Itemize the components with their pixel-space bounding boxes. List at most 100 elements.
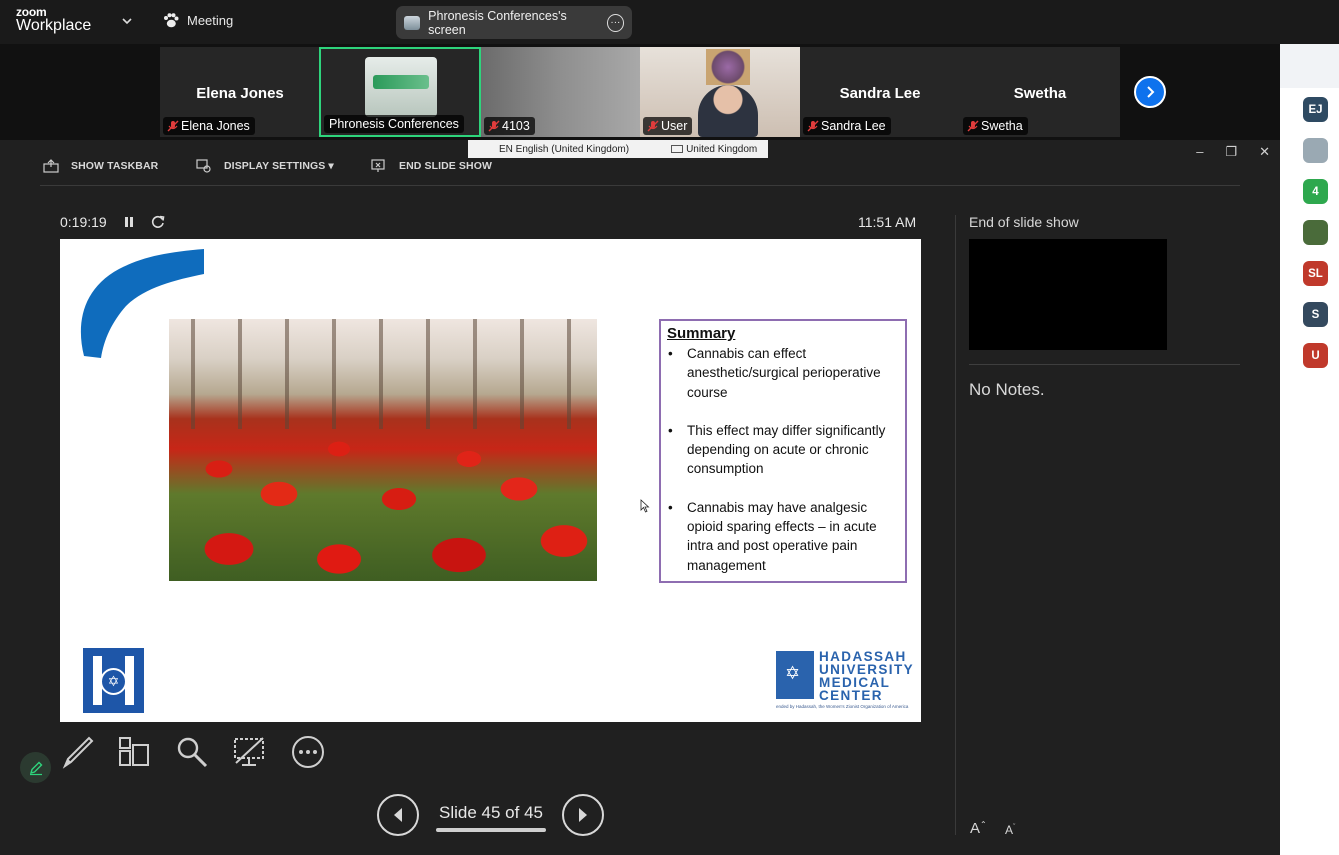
participant-tile[interactable]: Elena Jones Elena Jones xyxy=(160,47,320,137)
summary-title: Summary xyxy=(667,325,736,342)
share-label: Phronesis Conferences's screen xyxy=(428,8,567,37)
participant-avatar[interactable]: SL xyxy=(1303,261,1328,286)
display-settings-icon xyxy=(196,159,211,173)
participant-name: Elena Jones xyxy=(181,119,250,133)
show-taskbar-button[interactable]: SHOW TASKBAR xyxy=(43,159,158,173)
presenter-view: SHOW TASKBAR DISPLAY SETTINGS ▾ END SLID… xyxy=(0,140,1280,855)
logo-line: CENTER xyxy=(819,688,883,703)
current-slide: Summary Cannabis can effect anesthetic/s… xyxy=(60,239,921,722)
muted-mic-icon xyxy=(167,120,179,132)
participant-avatar[interactable]: 4 xyxy=(1303,179,1328,204)
slides-grid-icon xyxy=(119,737,149,766)
hadassah-emblem-logo: ✡ xyxy=(83,648,144,713)
participant-rail: EJ 4 SL S U xyxy=(1280,44,1339,855)
meeting-label: Meeting xyxy=(187,13,234,28)
participant-label: Elena Jones xyxy=(163,117,255,135)
pause-icon[interactable] xyxy=(123,215,135,229)
participant-tile[interactable]: User xyxy=(640,47,800,137)
chevron-right-icon xyxy=(1147,86,1155,98)
font-up-glyph: A xyxy=(970,820,981,837)
current-time: 11:51 AM xyxy=(858,214,917,230)
participant-label: Phronesis Conferences xyxy=(324,115,464,133)
language-bar: EN English (United Kingdom) United Kingd… xyxy=(468,140,768,158)
summary-bullet: Cannabis can effect anesthetic/surgical … xyxy=(667,344,899,402)
summary-list: Cannabis can effect anesthetic/surgical … xyxy=(667,344,899,575)
increase-font-button[interactable]: A⌃ xyxy=(970,820,987,837)
participant-big-name: Elena Jones xyxy=(196,85,284,102)
muted-mic-icon xyxy=(967,120,979,132)
brand-bottom-text: Workplace xyxy=(16,17,92,34)
speaker-notes[interactable]: No Notes. xyxy=(969,380,1045,400)
avatar-initials: 4 xyxy=(1312,185,1319,198)
rail-header xyxy=(1280,44,1339,88)
taskbar-icon xyxy=(43,159,59,173)
participant-name: Phronesis Conferences xyxy=(329,117,459,131)
more-options-button[interactable] xyxy=(290,734,326,770)
participant-name: Swetha xyxy=(981,119,1023,133)
display-settings-button[interactable]: DISPLAY SETTINGS ▾ xyxy=(196,159,334,173)
participant-tile-active-speaker[interactable]: Phronesis Conferences xyxy=(319,47,481,137)
end-show-icon xyxy=(371,159,385,172)
logo-tagline: ended by Hadassah, the Women's Zionist O… xyxy=(776,704,909,709)
participant-avatar[interactable] xyxy=(1303,220,1328,245)
next-slide-button[interactable] xyxy=(562,794,604,836)
participant-tile[interactable]: Sandra Lee Sandra Lee xyxy=(800,47,960,137)
more-icon[interactable]: ··· xyxy=(606,13,624,32)
participant-tile[interactable]: 4103 xyxy=(481,47,641,137)
participant-name: User xyxy=(661,119,688,133)
summary-bullet: Cannabis may have analgesic opioid spari… xyxy=(667,498,899,575)
participant-avatar[interactable]: EJ xyxy=(1303,97,1328,122)
summary-bullet: This effect may differ significantly dep… xyxy=(667,421,899,479)
minimize-button[interactable]: – xyxy=(1196,144,1203,160)
zoom-workplace-logo[interactable]: zoom Workplace xyxy=(16,6,91,34)
pencil-icon xyxy=(29,761,42,775)
meeting-menu[interactable]: Meeting xyxy=(163,13,233,28)
toolbar-divider xyxy=(40,185,1240,186)
triangle-right-icon xyxy=(579,808,587,822)
top-bar: zoom Workplace Meeting Phronesis Confere… xyxy=(0,0,1339,44)
avatar-initials: S xyxy=(1311,308,1320,321)
hadassah-medical-center-logo: HADASSAH UNIVERSITY MEDICAL CENTER ended… xyxy=(776,650,913,713)
next-slide-label: End of slide show xyxy=(969,214,1079,230)
next-slide-preview[interactable] xyxy=(969,239,1167,350)
chevron-down-icon[interactable] xyxy=(120,14,134,28)
participant-video-image xyxy=(365,57,437,117)
black-screen-button[interactable] xyxy=(231,734,267,770)
participant-big-name: Swetha xyxy=(1013,85,1067,102)
see-all-slides-button[interactable] xyxy=(116,734,152,770)
end-slide-show-button[interactable]: END SLIDE SHOW xyxy=(371,159,492,173)
decrease-font-button[interactable]: Aˇ xyxy=(1005,823,1015,837)
restore-button[interactable]: ❐ xyxy=(1225,144,1237,160)
annotation-pen-button[interactable] xyxy=(20,752,51,783)
logo-mark xyxy=(776,651,814,699)
slide-counter[interactable]: Slide 45 of 45 xyxy=(436,803,546,823)
participant-label: 4103 xyxy=(484,117,535,135)
avatar-initials: EJ xyxy=(1308,103,1323,116)
participant-name: Sandra Lee xyxy=(821,119,886,133)
close-button[interactable]: ✕ xyxy=(1259,144,1270,160)
window-controls: – ❐ ✕ xyxy=(1196,144,1270,160)
pen-tool-button[interactable] xyxy=(60,734,96,770)
font-down-glyph: A xyxy=(1005,823,1014,837)
slide-counter-underline xyxy=(436,828,546,832)
participant-avatar[interactable]: U xyxy=(1303,343,1328,368)
participant-label: User xyxy=(643,117,693,135)
zoom-app-window: zoom Workplace Meeting Phronesis Confere… xyxy=(0,0,1339,855)
mouse-cursor-icon xyxy=(640,499,650,513)
keyboard-layout-label[interactable]: United Kingdom xyxy=(686,144,757,155)
participant-avatar[interactable]: S xyxy=(1303,302,1328,327)
next-page-button[interactable] xyxy=(1134,76,1166,108)
restart-timer-icon[interactable] xyxy=(150,214,166,230)
muted-mic-icon xyxy=(647,120,659,132)
participant-tile[interactable]: Swetha Swetha xyxy=(960,47,1120,137)
input-language-label[interactable]: EN English (United Kingdom) xyxy=(499,144,629,155)
zoom-into-slide-button[interactable] xyxy=(174,734,210,770)
logo-wordmark: HADASSAH UNIVERSITY MEDICAL CENTER xyxy=(819,650,914,703)
poppy-field-image xyxy=(169,319,597,581)
notes-divider xyxy=(969,364,1240,365)
avatar-initials: SL xyxy=(1308,267,1323,280)
participant-big-name: Sandra Lee xyxy=(839,85,921,102)
previous-slide-button[interactable] xyxy=(377,794,419,836)
screen-share-indicator[interactable]: Phronesis Conferences's screen ··· xyxy=(396,6,632,39)
participant-avatar[interactable] xyxy=(1303,138,1328,163)
